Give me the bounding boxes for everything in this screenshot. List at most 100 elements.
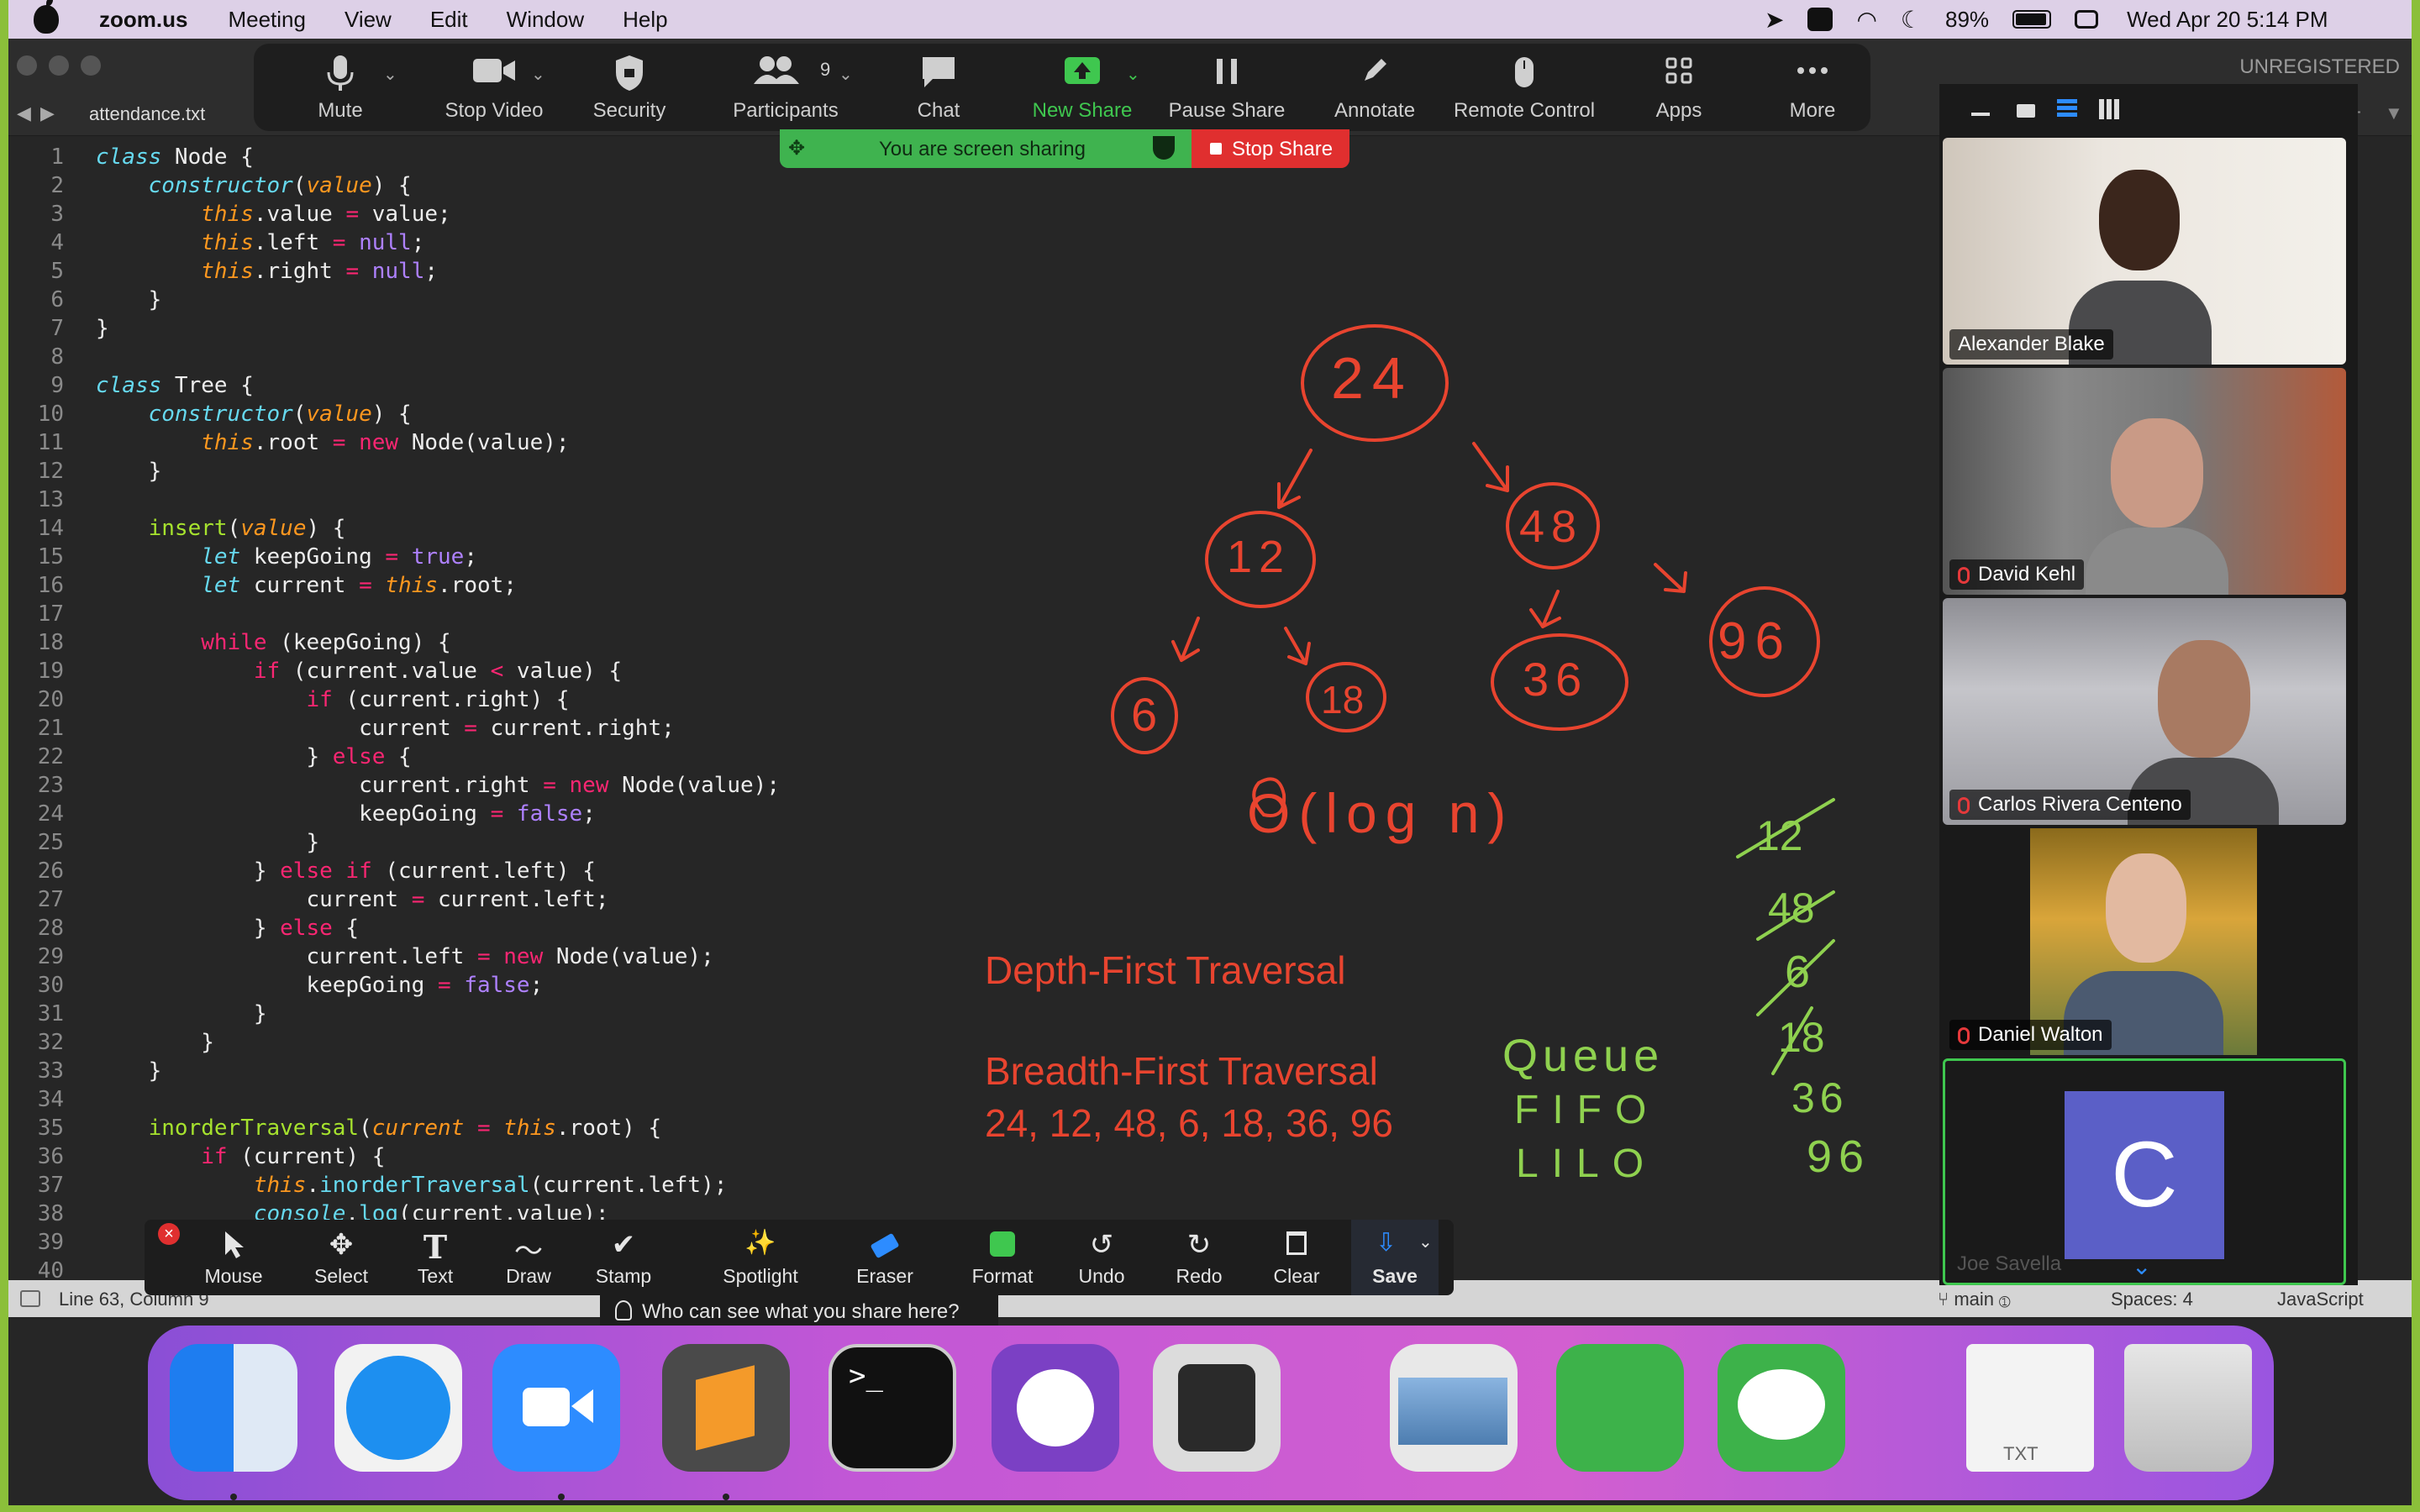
finder-icon[interactable] — [170, 1344, 297, 1472]
menu-view[interactable]: View — [345, 7, 392, 33]
scroll-down-chevron-icon[interactable]: ⌄ — [2132, 1252, 2151, 1280]
clear-button[interactable]: Clear — [1259, 1220, 1334, 1295]
apps-button[interactable]: Apps — [1628, 44, 1729, 131]
person-lock-icon — [615, 1300, 632, 1320]
code-line: keepGoing = false; — [96, 973, 544, 998]
trash-icon[interactable] — [2124, 1344, 2252, 1472]
video-tile[interactable]: Alexander Blake — [1943, 138, 2346, 365]
numbers-icon[interactable] — [1556, 1344, 1684, 1472]
undo-button[interactable]: ↺ Undo — [1064, 1220, 1139, 1295]
code-line: this.value = value; — [201, 202, 451, 227]
spotlight-tool[interactable]: ✨ Spotlight — [706, 1220, 815, 1295]
indent-setting[interactable]: Spaces: 4 — [2111, 1289, 2193, 1310]
syntax-setting[interactable]: JavaScript — [2277, 1289, 2364, 1310]
select-tool[interactable]: ✥ Select — [297, 1220, 385, 1295]
control-center-icon[interactable] — [2075, 10, 2099, 29]
speaker-view-icon[interactable] — [2017, 104, 2035, 118]
video-tile-active-speaker[interactable]: C Joe Savella ⌄ — [1943, 1058, 2346, 1285]
pause-icon — [1217, 59, 1237, 84]
zoom-window-button[interactable] — [81, 55, 101, 76]
mouse-tool[interactable]: Mouse — [190, 1220, 277, 1295]
drive-icon[interactable] — [1807, 8, 1833, 31]
line-number: 11 — [37, 430, 64, 455]
participants-options-chevron-icon[interactable]: ⌄ — [839, 64, 853, 85]
text-tool[interactable]: T Text — [402, 1220, 469, 1295]
close-window-button[interactable] — [17, 55, 37, 76]
stamp-tool[interactable]: ✔ Stamp — [585, 1220, 662, 1295]
sidebar-toggle-icon[interactable] — [20, 1290, 40, 1307]
git-branch[interactable]: ⑂ main ① — [1938, 1289, 2010, 1310]
share-status-pill[interactable]: ✥ You are screen sharing — [780, 129, 1192, 168]
muted-mic-icon — [1958, 796, 1970, 814]
menu-window[interactable]: Window — [507, 7, 584, 33]
menu-meeting[interactable]: Meeting — [228, 7, 306, 33]
apple-icon[interactable] — [34, 0, 59, 34]
chat-button[interactable]: Chat — [892, 44, 985, 131]
annotate-button[interactable]: Annotate — [1316, 44, 1434, 131]
who-can-see-text: Who can see what you share here? — [642, 1300, 960, 1323]
chat-bubble-icon — [923, 57, 955, 87]
terminal-icon[interactable]: >_ — [829, 1344, 956, 1472]
code-line: inorderTraversal(current = this.root) { — [148, 1116, 662, 1141]
wifi-icon[interactable]: ◠ — [1856, 6, 1876, 34]
menu-edit[interactable]: Edit — [430, 7, 468, 33]
calculator-icon[interactable] — [1153, 1344, 1281, 1472]
messages-icon[interactable] — [1718, 1344, 1845, 1472]
menu-help[interactable]: Help — [623, 7, 667, 33]
gallery-view-icon[interactable] — [2099, 99, 2119, 119]
nav-forward-icon[interactable]: ▶ — [40, 102, 55, 124]
tab-attendance[interactable]: attendance.txt — [89, 103, 205, 125]
redo-button[interactable]: ↻ Redo — [1161, 1220, 1237, 1295]
preview-icon[interactable] — [1390, 1344, 1518, 1472]
code-line: let current = this.root; — [201, 573, 517, 598]
stop-share-button[interactable]: Stop Share — [1192, 129, 1349, 168]
github-desktop-icon[interactable] — [992, 1344, 1119, 1472]
participants-button[interactable]: 9 Participants — [714, 44, 857, 131]
pause-share-button[interactable]: Pause Share — [1160, 44, 1294, 131]
stop-video-button[interactable]: Stop Video — [418, 44, 570, 131]
annotate-label: Annotate — [1334, 99, 1416, 122]
save-download-icon: ⇩ — [1376, 1229, 1397, 1257]
nav-back-icon[interactable]: ◀ — [17, 102, 31, 124]
moon-icon[interactable]: ☾ — [1901, 6, 1922, 34]
tab-list-icon[interactable]: ▼ — [2385, 102, 2403, 124]
txt-document-icon[interactable]: TXT — [1966, 1344, 2094, 1472]
video-tile[interactable]: Carlos Rivera Centeno — [1943, 598, 2346, 825]
eraser-tool[interactable]: Eraser — [830, 1220, 939, 1295]
safari-icon[interactable] — [334, 1344, 462, 1472]
strip-view-icon[interactable] — [2057, 99, 2077, 118]
sublime-text-icon[interactable] — [662, 1344, 790, 1472]
video-tile[interactable]: David Kehl — [1943, 368, 2346, 595]
share-options-chevron-icon[interactable]: ⌄ — [1126, 64, 1140, 85]
minimize-window-button[interactable] — [49, 55, 69, 76]
location-icon[interactable]: ➤ — [1765, 6, 1784, 34]
drag-handle-icon[interactable]: ✥ — [788, 136, 805, 160]
queue-value: 12 — [1756, 812, 1803, 859]
eraser-icon — [870, 1232, 900, 1259]
security-button[interactable]: Security — [575, 44, 684, 131]
save-options-chevron-icon[interactable]: ⌄ — [1418, 1231, 1433, 1252]
mute-button[interactable]: Mute — [294, 44, 387, 131]
zoom-app-icon[interactable] — [492, 1344, 620, 1472]
clear-label: Clear — [1273, 1265, 1320, 1287]
video-options-chevron-icon[interactable]: ⌄ — [531, 64, 545, 85]
remote-control-button[interactable]: Remote Control — [1440, 44, 1608, 131]
tree-label-6: 6 — [1131, 688, 1158, 741]
video-tile[interactable]: Daniel Walton — [1943, 828, 2346, 1055]
save-button[interactable]: ⇩ ⌄ Save — [1351, 1220, 1439, 1295]
participant-video — [2086, 402, 2228, 595]
clock[interactable]: Wed Apr 20 5:14 PM — [2127, 7, 2328, 33]
more-button[interactable]: More — [1766, 44, 1859, 131]
close-annotation-icon[interactable]: × — [158, 1223, 180, 1245]
minimize-panel-icon[interactable] — [1971, 113, 1990, 116]
apps-label: Apps — [1655, 99, 1702, 122]
mute-options-chevron-icon[interactable]: ⌄ — [383, 64, 397, 85]
draw-tool[interactable]: 〜 Draw — [491, 1220, 566, 1295]
battery-icon[interactable] — [2012, 10, 2052, 29]
format-tool[interactable]: Format — [956, 1220, 1049, 1295]
participants-icon — [753, 56, 799, 84]
line-number: 33 — [37, 1058, 64, 1084]
new-share-button[interactable]: New Share — [1015, 44, 1150, 131]
menu-app-name[interactable]: zoom.us — [99, 7, 187, 33]
line-number: 7 — [50, 316, 64, 341]
